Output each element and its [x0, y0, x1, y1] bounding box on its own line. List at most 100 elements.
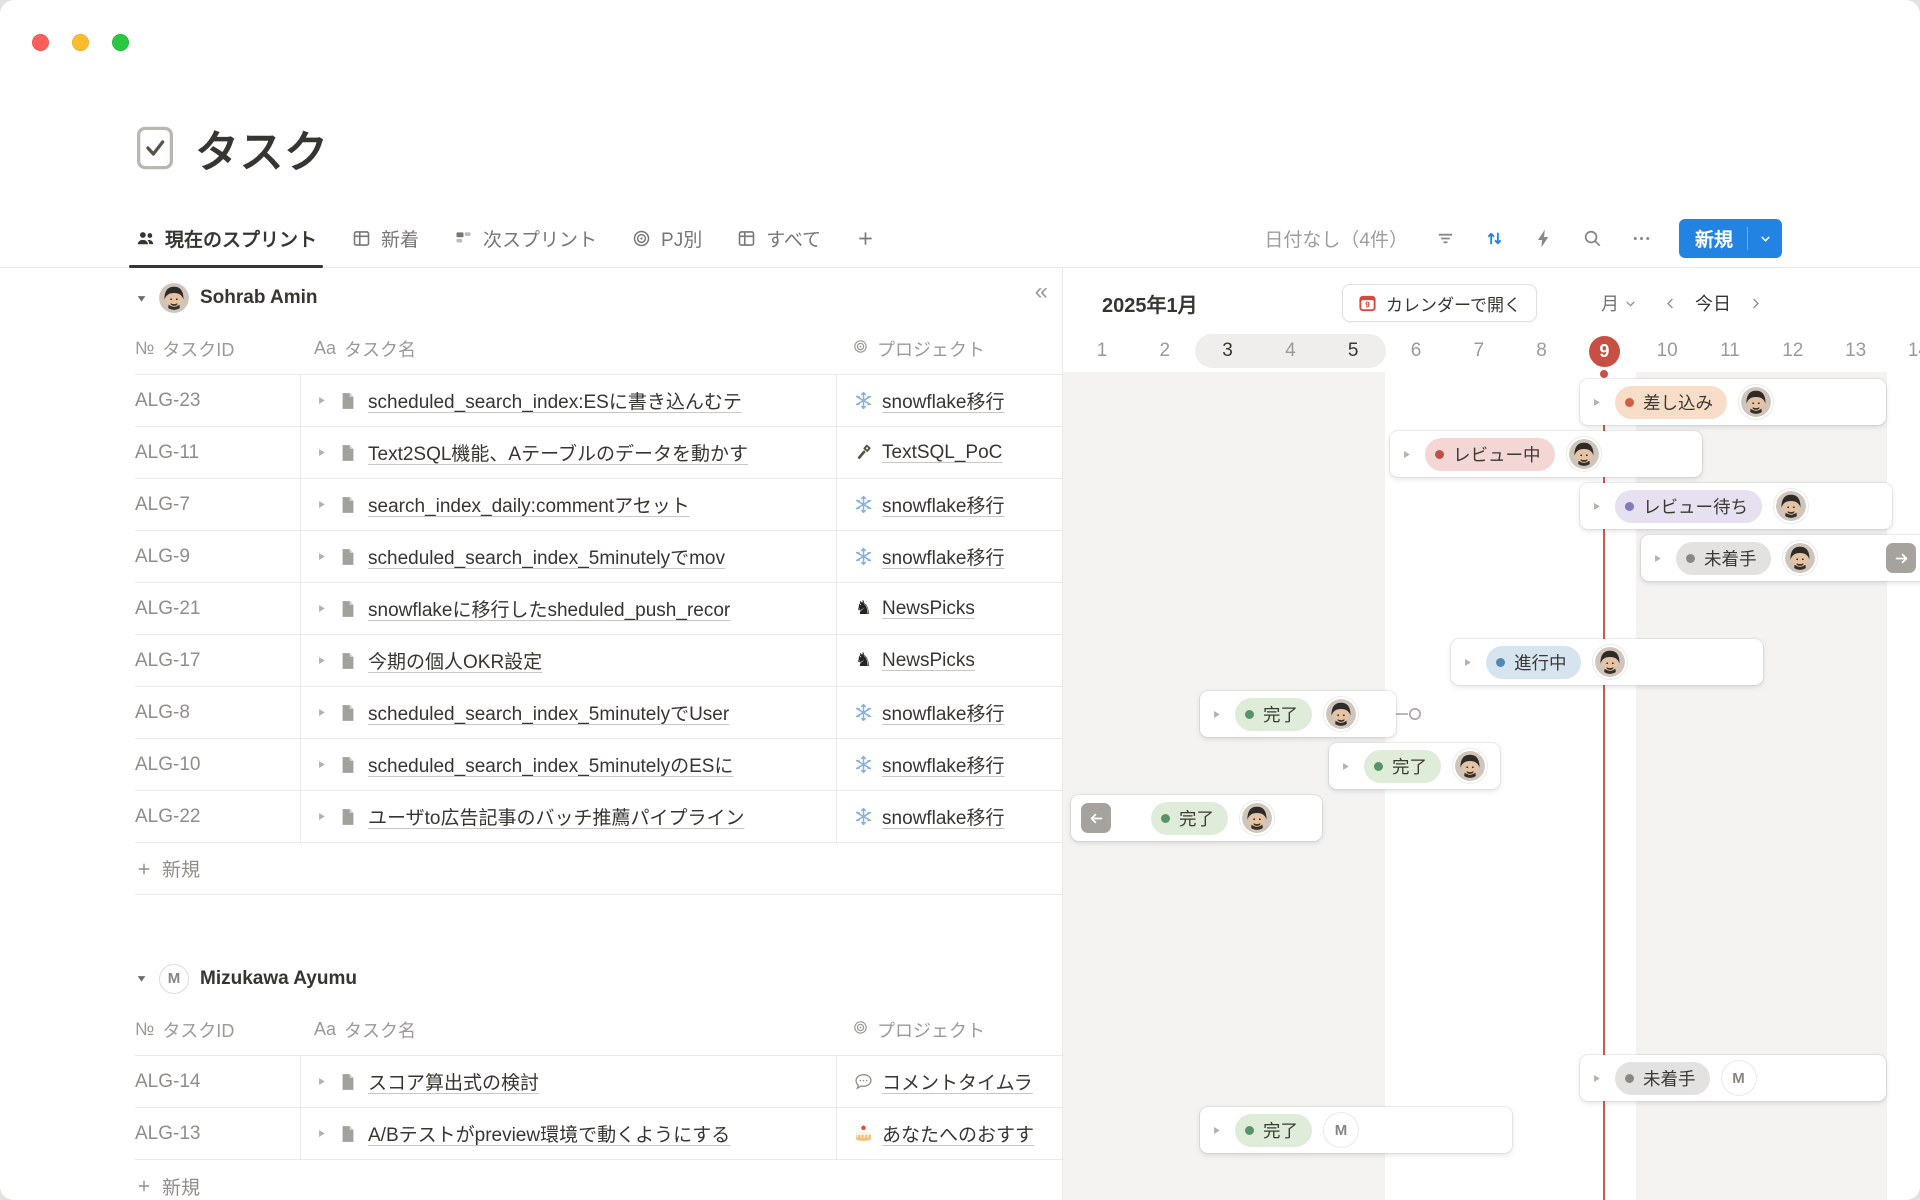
timeline-bar[interactable]: 完了: [1329, 743, 1500, 789]
task-name-link[interactable]: Text2SQL機能、Aテーブルのデータを動かす: [368, 439, 748, 466]
project-link[interactable]: あなたへのおすす: [882, 1120, 1034, 1147]
filter-icon[interactable]: [1434, 227, 1457, 250]
expand-bar-icon[interactable]: [1339, 760, 1352, 773]
zoom-window-button[interactable]: [112, 34, 129, 51]
expand-row-icon[interactable]: [315, 758, 328, 771]
column-header-0[interactable]: №タスクID: [135, 336, 300, 362]
add-task-row[interactable]: 新規: [135, 1160, 1063, 1200]
table-row[interactable]: ALG-8scheduled_search_index_5minutelyでUs…: [135, 687, 1063, 739]
timeline-bar[interactable]: レビュー中: [1390, 431, 1702, 477]
expand-row-icon[interactable]: [315, 706, 328, 719]
search-icon[interactable]: [1581, 227, 1604, 250]
expand-row-icon[interactable]: [315, 550, 328, 563]
table-row[interactable]: ALG-23scheduled_search_index:ESに書き込んむテsn…: [135, 375, 1063, 427]
timeline-bar[interactable]: 完了M: [1200, 1107, 1512, 1153]
scroll-to-end-button[interactable]: [1886, 543, 1916, 573]
tab-table-すべて[interactable]: すべて: [736, 210, 821, 267]
collapse-group-icon[interactable]: [135, 292, 148, 305]
column-header-1[interactable]: Aaタスク名: [300, 1017, 836, 1043]
column-header-2[interactable]: プロジェクト: [836, 1017, 1063, 1043]
Aa-icon: Aa: [314, 338, 336, 359]
date-filter-label[interactable]: 日付なし（4件）: [1264, 225, 1408, 252]
expand-row-icon[interactable]: [315, 446, 328, 459]
expand-row-icon[interactable]: [315, 654, 328, 667]
add-task-row[interactable]: 新規: [135, 843, 1063, 895]
timeline-bar[interactable]: 未着手: [1641, 535, 1920, 581]
task-name-link[interactable]: scheduled_search_index:ESに書き込んむテ: [368, 387, 742, 414]
project-link[interactable]: snowflake移行: [882, 803, 1005, 830]
task-name-link[interactable]: スコア算出式の検討: [368, 1068, 539, 1095]
task-name-link[interactable]: scheduled_search_index_5minutelyのESに: [368, 751, 733, 778]
table-row[interactable]: ALG-10scheduled_search_index_5minutelyのE…: [135, 739, 1063, 791]
tab-table-新着[interactable]: 新着: [351, 210, 419, 267]
expand-bar-icon[interactable]: [1590, 1072, 1603, 1085]
project-link[interactable]: snowflake移行: [882, 387, 1005, 414]
expand-bar-icon[interactable]: [1210, 1124, 1223, 1137]
collapse-group-icon[interactable]: [135, 972, 148, 985]
timeline-bar[interactable]: 完了: [1200, 691, 1396, 737]
project-link[interactable]: snowflake移行: [882, 751, 1005, 778]
task-name-link[interactable]: scheduled_search_index_5minutelyでmov: [368, 543, 725, 570]
project-link[interactable]: snowflake移行: [882, 543, 1005, 570]
today-button[interactable]: 今日: [1695, 290, 1731, 316]
double-chevron-left-icon[interactable]: «: [1035, 280, 1048, 304]
task-name-link[interactable]: ユーザto広告記事のバッチ推薦パイプライン: [368, 803, 744, 830]
expand-row-icon[interactable]: [315, 1127, 328, 1140]
timeline-zoom-select[interactable]: 月: [1601, 284, 1637, 322]
project-link[interactable]: NewsPicks: [882, 650, 975, 672]
project-link[interactable]: コメントタイムラ: [882, 1068, 1033, 1095]
table-row[interactable]: ALG-7search_index_daily:commentアセットsnowf…: [135, 479, 1063, 531]
table-row[interactable]: ALG-17今期の個人OKR設定♞NewsPicks: [135, 635, 1063, 687]
timeline-bar[interactable]: レビュー待ち: [1580, 483, 1892, 529]
tab-board-次スプリント[interactable]: 次スプリント: [453, 210, 597, 267]
tab-people-現在のスプリント[interactable]: 現在のスプリント: [135, 210, 317, 267]
scroll-to-start-button[interactable]: [1081, 803, 1111, 833]
tab-target-PJ別[interactable]: PJ別: [631, 210, 702, 267]
timeline-bar[interactable]: 進行中: [1451, 639, 1763, 685]
expand-row-icon[interactable]: [315, 810, 328, 823]
more-options-icon[interactable]: [1630, 227, 1653, 250]
table-row[interactable]: ALG-11Text2SQL機能、Aテーブルのデータを動かすTextSQL_Po…: [135, 427, 1063, 479]
table-row[interactable]: ALG-9scheduled_search_index_5minutelyでmo…: [135, 531, 1063, 583]
expand-bar-icon[interactable]: [1400, 448, 1413, 461]
task-name-link[interactable]: 今期の個人OKR設定: [368, 647, 542, 674]
task-name-link[interactable]: search_index_daily:commentアセット: [368, 491, 690, 518]
column-header-0[interactable]: №タスクID: [135, 1017, 300, 1043]
project-link[interactable]: NewsPicks: [882, 598, 975, 620]
expand-bar-icon[interactable]: [1210, 708, 1223, 721]
close-window-button[interactable]: [32, 34, 49, 51]
column-header-2[interactable]: プロジェクト: [836, 336, 1063, 362]
expand-bar-icon[interactable]: [1461, 656, 1474, 669]
project-link[interactable]: snowflake移行: [882, 699, 1005, 726]
expand-bar-icon[interactable]: [1590, 396, 1603, 409]
table-row[interactable]: ALG-14スコア算出式の検討コメントタイムラ: [135, 1056, 1063, 1108]
expand-row-icon[interactable]: [315, 1075, 328, 1088]
task-name-link[interactable]: scheduled_search_index_5minutelyでUser: [368, 699, 729, 726]
timeline-bar[interactable]: 完了: [1071, 795, 1322, 841]
prev-period-icon[interactable]: [1663, 296, 1678, 311]
expand-bar-icon[interactable]: [1651, 552, 1664, 565]
open-in-calendar-button[interactable]: 9 カレンダーで開く: [1342, 284, 1537, 322]
expand-row-icon[interactable]: [315, 394, 328, 407]
sort-icon[interactable]: [1483, 227, 1506, 250]
column-header-1[interactable]: Aaタスク名: [300, 336, 836, 362]
table-row[interactable]: ALG-21snowflakeに移行したsheduled_push_recor♞…: [135, 583, 1063, 635]
table-row[interactable]: ALG-22ユーザto広告記事のバッチ推薦パイプラインsnowflake移行: [135, 791, 1063, 843]
status-pill: 完了: [1235, 698, 1312, 731]
chevron-down-icon[interactable]: [1748, 219, 1782, 258]
table-row[interactable]: ALG-13A/Bテストがpreview環境で動くようにするあなたへのおすす: [135, 1108, 1063, 1160]
expand-bar-icon[interactable]: [1590, 500, 1603, 513]
timeline-bar[interactable]: 未着手M: [1580, 1055, 1886, 1101]
task-name-link[interactable]: A/Bテストがpreview環境で動くようにする: [368, 1120, 730, 1147]
task-name-link[interactable]: snowflakeに移行したsheduled_push_recor: [368, 595, 730, 622]
automation-icon[interactable]: [1532, 227, 1555, 250]
timeline-bar[interactable]: 差し込み: [1580, 379, 1886, 425]
expand-row-icon[interactable]: [315, 602, 328, 615]
add-view-button[interactable]: [855, 210, 876, 267]
next-period-icon[interactable]: [1748, 296, 1763, 311]
new-button[interactable]: 新規: [1679, 219, 1782, 258]
project-link[interactable]: snowflake移行: [882, 491, 1005, 518]
minimize-window-button[interactable]: [72, 34, 89, 51]
project-link[interactable]: TextSQL_PoC: [882, 442, 1002, 464]
expand-row-icon[interactable]: [315, 498, 328, 511]
